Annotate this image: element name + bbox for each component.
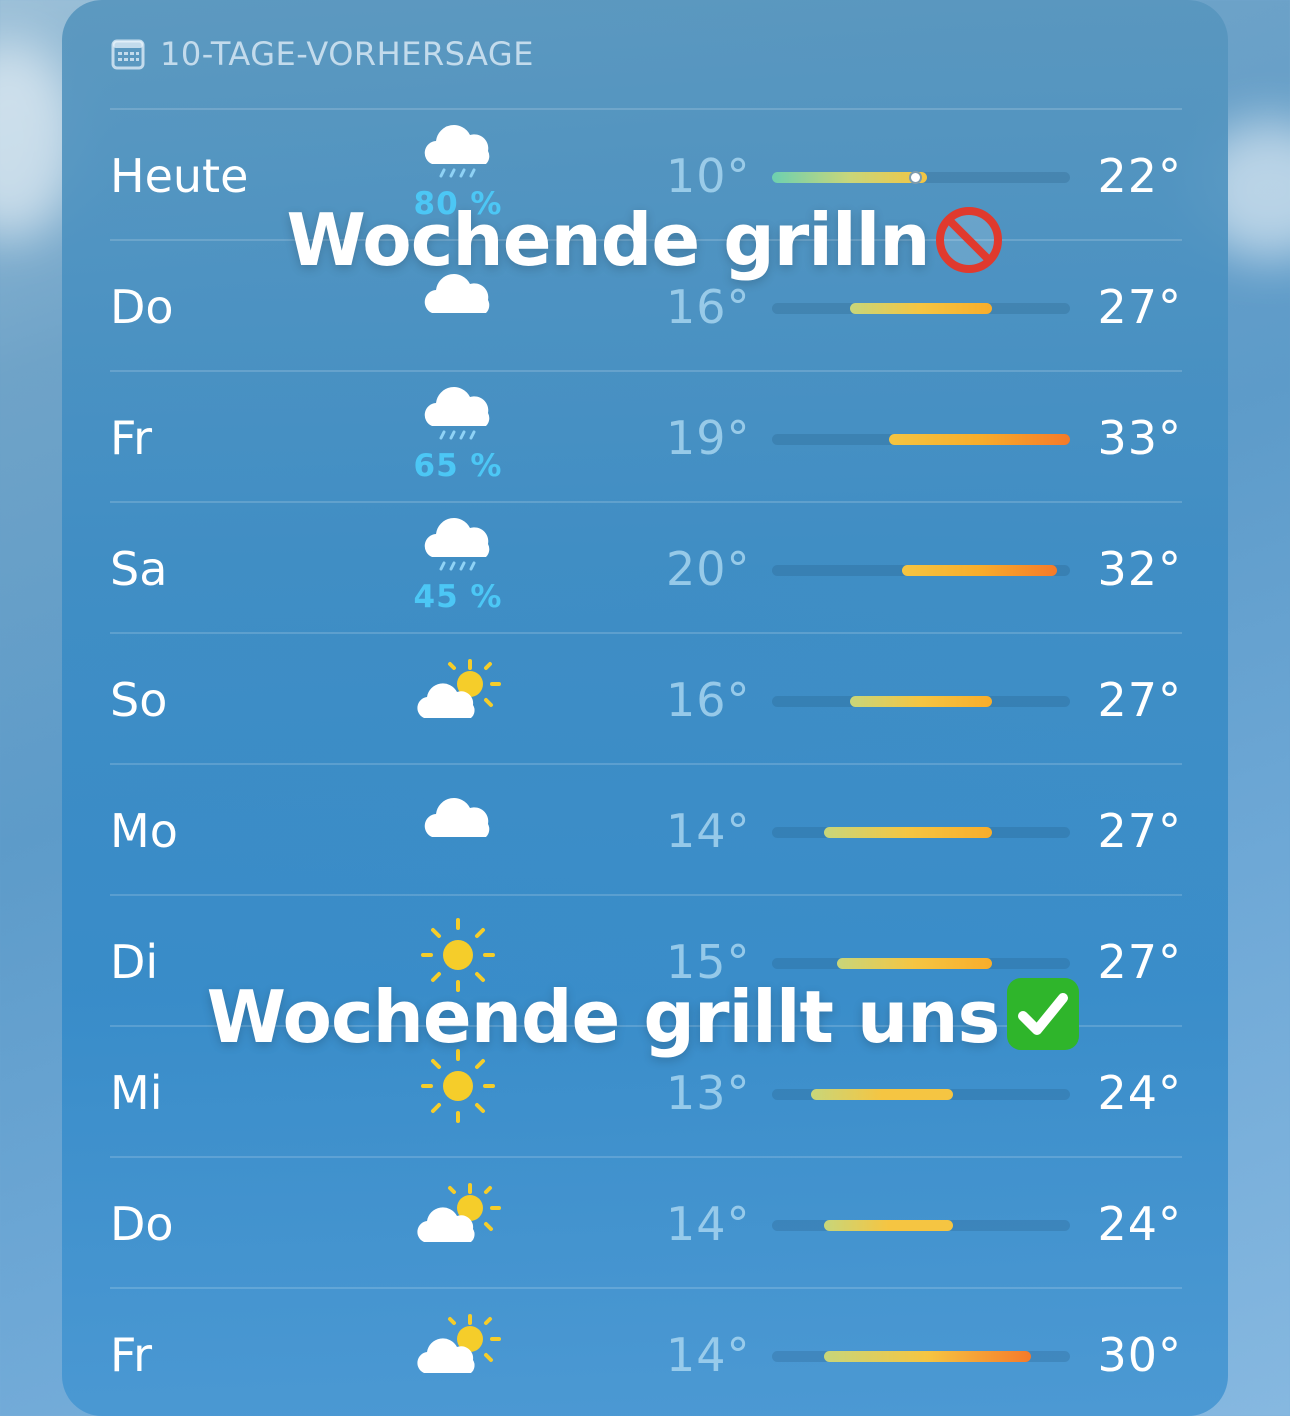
high-temperature: 27° [1097,673,1182,727]
day-label: Fr [110,411,153,465]
precipitation-chance: 65 % [413,448,503,484]
temperature-range-track [772,696,1070,707]
temperature-range-bar [810,1089,954,1100]
forecast-header: 10-TAGE-VORHERSAGE [110,34,534,74]
day-label: Do [110,1197,174,1251]
day-label: So [110,673,168,727]
caption-bottom-text: Wochende grillt uns [206,975,1001,1059]
high-temperature: 24° [1097,1197,1182,1251]
day-label: Do [110,280,174,334]
weather-icon-wrap [410,779,506,883]
forecast-row[interactable]: Sa 45 % 20° 32° [110,501,1182,634]
forecast-row[interactable]: Mo 14° 27° [110,763,1182,896]
weather-icon-wrap [410,648,506,752]
day-label: Fr [110,1328,153,1382]
temperature-range-track [772,1351,1070,1362]
temperature-range-track [772,1089,1070,1100]
forecast-row[interactable]: Fr 65 % 19° 33° [110,370,1182,503]
precipitation-chance: 45 % [413,579,503,615]
temperature-range-bar [772,172,928,183]
weather-icon-wrap: 65 % [410,386,506,490]
forecast-title: 10-TAGE-VORHERSAGE [160,35,534,73]
high-temperature: 24° [1097,1066,1182,1120]
temperature-range-bar [888,434,1070,445]
day-label: Sa [110,542,168,596]
current-temperature-dot [908,171,922,184]
day-label: Heute [110,149,249,203]
high-temperature: 32° [1097,542,1182,596]
temperature-range-bar [823,1220,954,1231]
temperature-range-track [772,827,1070,838]
weather-icon-wrap [410,1172,506,1276]
temperature-range-track [772,1220,1070,1231]
prohibited-icon [935,207,1002,273]
caption-bottom: Wochende grillt uns [0,974,1290,1059]
calendar-icon [111,39,145,70]
temperature-range-bar [849,303,993,314]
caption-top: Wochende grilln [0,198,1290,282]
high-temperature: 33° [1097,411,1182,465]
forecast-row[interactable]: Do 14° 24° [110,1156,1182,1289]
forecast-row[interactable]: Fr 14° 30° [110,1287,1182,1416]
temperature-range-track [772,171,1070,184]
day-label: Mo [110,804,178,858]
temperature-range-track [772,434,1070,445]
day-label: Mi [110,1066,163,1120]
forecast-row[interactable]: So 16° 27° [110,632,1182,765]
high-temperature: 30° [1097,1328,1182,1382]
temperature-range-bar [901,565,1058,576]
high-temperature: 27° [1097,804,1182,858]
caption-top-text: Wochende grilln [286,198,930,282]
temperature-range-track [772,958,1070,969]
high-temperature: 22° [1097,149,1182,203]
high-temperature: 27° [1097,280,1182,334]
weather-icon-wrap: 45 % [410,517,506,621]
temperature-range-track [772,565,1070,576]
weather-icon-wrap [410,1303,506,1407]
temperature-range-bar [823,1351,1032,1362]
temperature-range-track [772,303,1070,314]
temperature-range-bar [849,696,993,707]
check-mark-icon [1007,978,1080,1050]
temperature-range-bar [836,958,993,969]
temperature-range-bar [823,827,993,838]
